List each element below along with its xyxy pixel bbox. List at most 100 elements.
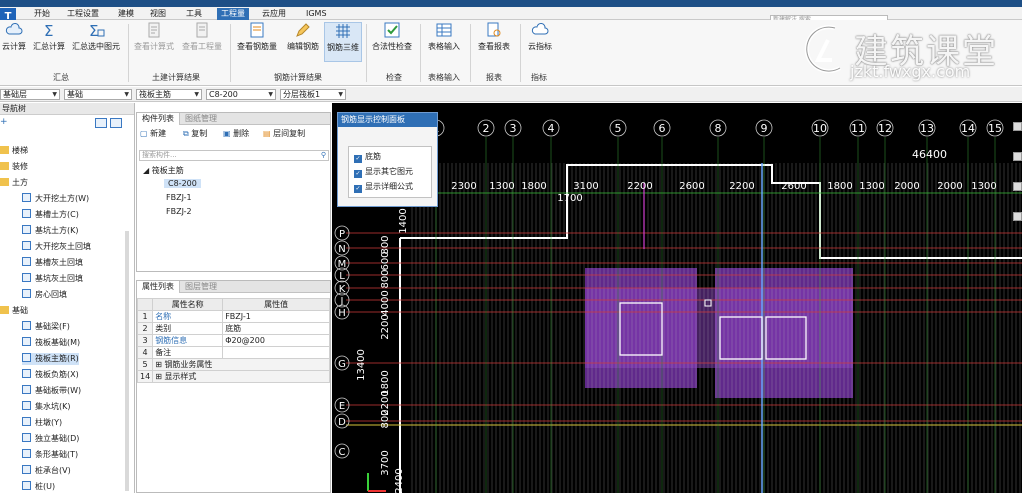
tab-component-list[interactable]: 构件列表 (137, 113, 180, 125)
copy-component-button[interactable]: ⧉ 复制 (183, 128, 207, 139)
component-item-selected[interactable]: C8-200 (164, 179, 201, 188)
component-search-input[interactable]: 搜索构件... ⚲ (139, 150, 329, 161)
tab-tools[interactable]: 工具 (186, 8, 202, 20)
property-value-category[interactable]: 底筋 (222, 322, 330, 335)
nav-item[interactable]: 基坑土方(K) (22, 225, 79, 237)
component-icon (22, 225, 31, 234)
expand-icon[interactable]: ⊞ (155, 360, 162, 369)
table-row[interactable]: 2 类别 底筋 (136, 322, 330, 335)
summary-selected-button[interactable]: Σ 汇总选中图元 (70, 22, 122, 62)
formula-doc-icon (148, 22, 160, 38)
category-select[interactable]: 基础 ▼ (64, 89, 132, 100)
floor-select[interactable]: 基础层 ▼ (0, 89, 60, 100)
table-input-button[interactable]: 表格输入 (424, 22, 464, 62)
add-icon[interactable]: + (0, 117, 8, 127)
nav-group[interactable]: 土方 (0, 177, 28, 189)
nav-item[interactable]: 基坑灰土回填 (22, 273, 83, 285)
tab-layer-manage[interactable]: 图层管理 (180, 281, 222, 293)
property-value-name[interactable]: FBZJ-1 (222, 310, 330, 323)
nav-scrollbar[interactable] (125, 231, 129, 491)
nav-item[interactable]: 筏板基础(M) (22, 337, 80, 349)
grid-view-icon[interactable] (110, 118, 122, 128)
table-row[interactable]: 5 ⊞ 钢筋业务属性 (136, 358, 330, 371)
tab-start[interactable]: 开始 (34, 8, 50, 20)
view-report-button[interactable]: 查看报表 (474, 22, 514, 62)
nav-item[interactable]: 基础板带(W) (22, 385, 81, 397)
tab-property-list[interactable]: 属性列表 (137, 281, 180, 293)
nav-item[interactable]: 大开挖土方(W) (22, 193, 89, 205)
svg-text:Σ: Σ (44, 22, 53, 38)
view-formula-button[interactable]: 查看计算式 (132, 22, 176, 62)
property-value-rebar[interactable]: Φ20@200 (222, 334, 330, 347)
view-cube-icon[interactable] (1013, 122, 1022, 131)
ribbon-separator (420, 24, 421, 82)
pan-icon[interactable] (1013, 182, 1022, 191)
nav-item[interactable]: 独立基础(D) (22, 433, 79, 445)
nav-item[interactable]: 柱墩(Y) (22, 417, 62, 429)
component-icon (22, 193, 31, 202)
delete-component-button[interactable]: ▣ 删除 (223, 128, 249, 139)
nav-item[interactable]: 房心回填 (22, 289, 67, 301)
slab-outline (400, 164, 1022, 259)
nav-group[interactable]: 装修 (0, 161, 28, 173)
nav-item[interactable]: 桩承台(V) (22, 465, 71, 477)
nav-item[interactable]: 基槽灰土回填 (22, 257, 83, 269)
zoom-icon[interactable] (1013, 152, 1022, 161)
component-item[interactable]: FBZJ-1 (166, 193, 192, 202)
table-row[interactable]: 4 备注 (136, 346, 330, 359)
nav-group[interactable]: 楼梯 (0, 145, 28, 157)
component-icon (22, 417, 31, 426)
summary-calc-button[interactable]: Σ 汇总计算 (29, 22, 69, 62)
bottom-rebar-checkbox[interactable]: ✓ 底筋 (354, 151, 381, 163)
view-rebar-quantity-button[interactable]: 查看钢筋量 (234, 22, 280, 62)
component-select[interactable]: C8-200 ▼ (206, 89, 276, 100)
tab-modeling[interactable]: 建模 (118, 8, 134, 20)
nav-item[interactable]: 条形基础(T) (22, 449, 78, 461)
rotate-icon[interactable] (1013, 212, 1022, 221)
tab-view[interactable]: 视图 (150, 8, 166, 20)
group-report: 报表 (486, 73, 502, 82)
axis-label: G (338, 359, 346, 370)
tab-project-settings[interactable]: 工程设置 (67, 8, 99, 20)
tab-igms[interactable]: IGMS (306, 8, 327, 20)
component-item[interactable]: FBZJ-2 (166, 207, 192, 216)
checkmark-icon (384, 22, 400, 38)
nav-item[interactable]: 桩(U) (22, 481, 55, 493)
tree-root[interactable]: ◢ 筏板主筋 (143, 165, 184, 176)
list-view-icon[interactable] (95, 118, 107, 128)
rebar-3d-button[interactable]: 钢筋三维 (324, 22, 362, 62)
tab-cloud[interactable]: 云应用 (262, 8, 286, 20)
show-other-elements-checkbox[interactable]: ✓ 显示其它图元 (354, 166, 413, 178)
show-formula-checkbox[interactable]: ✓ 显示详细公式 (354, 181, 413, 193)
cloud-calc-button[interactable]: 云计算 (0, 22, 28, 62)
nav-item[interactable]: 筏板主筋(R) (22, 353, 79, 365)
expand-icon[interactable]: ⊞ (155, 372, 162, 381)
folder-icon (0, 146, 9, 154)
dimension-label: 1300 (971, 181, 996, 192)
component-icon (22, 353, 31, 362)
component-icon (22, 241, 31, 250)
nav-item[interactable]: 基础梁(F) (22, 321, 70, 333)
floor-copy-button[interactable]: ▤ 层间复制 (263, 128, 305, 139)
rebar-display-dialog: 钢筋显示控制面板 ✓ 底筋 ✓ 显示其它图元 ✓ 显示详细公式 (337, 112, 438, 207)
component-icon (22, 209, 31, 218)
nav-item[interactable]: 基槽土方(C) (22, 209, 79, 221)
table-row[interactable]: 14 ⊞ 显示样式 (136, 370, 330, 383)
component-type-select[interactable]: 筏板主筋 ▼ (136, 89, 202, 100)
layer-select[interactable]: 分层筏板1 ▼ (280, 89, 346, 100)
nav-group[interactable]: 基础 (0, 305, 28, 317)
axis-label: 13 (920, 122, 934, 135)
edit-rebar-button[interactable]: 编辑钢筋 (283, 22, 323, 62)
tab-drawing-manage[interactable]: 图纸管理 (180, 113, 222, 125)
table-row[interactable]: 3 钢筋信息 Φ20@200 (136, 334, 330, 347)
legality-check-button[interactable]: 合法性检查 (370, 22, 414, 62)
nav-item[interactable]: 集水坑(K) (22, 401, 71, 413)
table-row[interactable]: 1 名称 FBZJ-1 (136, 310, 330, 323)
cloud-index-button[interactable]: 云指标 (524, 22, 556, 62)
nav-item[interactable]: 大开挖灰土回填 (22, 241, 91, 253)
tab-quantities[interactable]: 工程量 (217, 8, 249, 20)
property-value-remark[interactable] (222, 346, 330, 359)
new-component-button[interactable]: ▢ 新建 (140, 128, 166, 139)
nav-item[interactable]: 筏板负筋(X) (22, 369, 79, 381)
view-quantity-button[interactable]: 查看工程量 (179, 22, 225, 62)
